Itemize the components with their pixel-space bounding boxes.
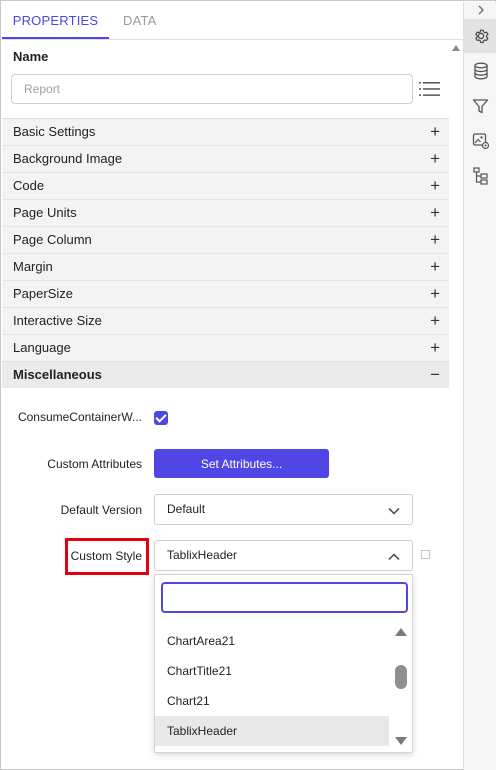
filter-rail-button[interactable] <box>464 89 496 123</box>
section-miscellaneous[interactable]: Miscellaneous − <box>2 361 449 388</box>
tree-icon <box>472 167 489 185</box>
name-input[interactable] <box>11 74 413 104</box>
section-language[interactable]: Language + <box>2 334 449 361</box>
custom-attributes-label: Custom Attributes <box>47 457 142 471</box>
custom-style-dropdown: ChartArea21 ChartTitle21 Chart21 TablixH… <box>154 574 413 753</box>
tab-bar: PROPERTIES DATA <box>2 2 463 40</box>
filter-icon <box>472 98 489 115</box>
collapse-icon: − <box>430 365 440 384</box>
select-value: Default <box>167 502 206 516</box>
default-version-label: Default Version <box>60 503 142 517</box>
section-background-image[interactable]: Background Image + <box>2 145 449 172</box>
section-label: Basic Settings <box>13 124 96 139</box>
section-page-units[interactable]: Page Units + <box>2 199 449 226</box>
dropdown-scroll-up-icon[interactable] <box>395 628 407 636</box>
expand-icon: + <box>430 122 440 141</box>
properties-rail-button[interactable] <box>464 19 496 53</box>
expand-icon: + <box>430 311 440 330</box>
dropdown-option[interactable]: ChartTitle21 <box>155 656 389 686</box>
dropdown-search-input[interactable] <box>161 582 408 613</box>
section-interactive-size[interactable]: Interactive Size + <box>2 307 449 334</box>
default-version-select[interactable]: Default <box>154 494 413 525</box>
chevron-up-icon <box>388 550 400 565</box>
section-page-column[interactable]: Page Column + <box>2 226 449 253</box>
consume-container-checkbox[interactable] <box>154 411 168 425</box>
consume-container-label: ConsumeContainerW... <box>17 410 142 424</box>
set-attributes-button[interactable]: Set Attributes... <box>154 449 329 478</box>
tab-properties[interactable]: PROPERTIES <box>2 2 109 39</box>
section-basic-settings[interactable]: Basic Settings + <box>2 118 449 145</box>
properties-panel: PROPERTIES DATA Name Report Basic Settin… <box>0 0 496 770</box>
custom-style-select[interactable]: TablixHeader <box>154 540 413 571</box>
section-label: PaperSize <box>13 286 73 301</box>
section-label: Miscellaneous <box>13 367 102 382</box>
section-label: Margin <box>13 259 53 274</box>
collapse-rail-button[interactable] <box>464 2 496 18</box>
section-margin[interactable]: Margin + <box>2 253 449 280</box>
chevron-down-icon <box>388 504 400 519</box>
section-label: Language <box>13 340 71 355</box>
property-marker[interactable] <box>421 550 430 559</box>
section-code[interactable]: Code + <box>2 172 449 199</box>
section-label: Page Units <box>13 205 77 220</box>
dropdown-option-selected[interactable]: TablixHeader <box>155 716 389 746</box>
expand-icon: + <box>430 149 440 168</box>
expand-icon: + <box>430 230 440 249</box>
select-value: TablixHeader <box>167 548 238 562</box>
image-settings-icon <box>472 132 490 150</box>
dropdown-option[interactable]: ChartArea21 <box>155 626 389 656</box>
custom-style-label: Custom Style <box>70 549 142 563</box>
section-label: Code <box>13 178 45 193</box>
section-paper-size[interactable]: PaperSize + <box>2 280 449 307</box>
panel-scrollbar[interactable] <box>449 41 463 770</box>
expand-icon: + <box>430 176 440 195</box>
tab-data[interactable]: DATA <box>123 2 157 39</box>
expand-icon: + <box>430 338 440 357</box>
section-label: Background Image <box>13 151 123 166</box>
list-icon[interactable] <box>419 81 440 100</box>
section-label: Interactive Size <box>13 313 102 328</box>
tree-rail-button[interactable] <box>464 159 496 193</box>
dropdown-scroll-down-icon[interactable] <box>395 737 407 745</box>
property-sections: Basic Settings + Background Image + Code + … <box>2 118 449 388</box>
database-icon <box>473 62 489 80</box>
image-settings-rail-button[interactable] <box>464 124 496 158</box>
expand-icon: + <box>430 284 440 303</box>
side-rail <box>463 2 496 770</box>
name-label: Name <box>13 49 49 64</box>
dropdown-option[interactable]: Chart21 <box>155 686 389 716</box>
expand-icon: + <box>430 203 440 222</box>
dropdown-scroll-thumb[interactable] <box>395 665 407 689</box>
section-label: Page Column <box>13 232 92 247</box>
scroll-up-arrow-icon[interactable] <box>452 45 460 51</box>
gear-icon <box>472 27 490 45</box>
chevron-right-icon <box>476 5 486 15</box>
expand-icon: + <box>430 257 440 276</box>
data-rail-button[interactable] <box>464 54 496 88</box>
